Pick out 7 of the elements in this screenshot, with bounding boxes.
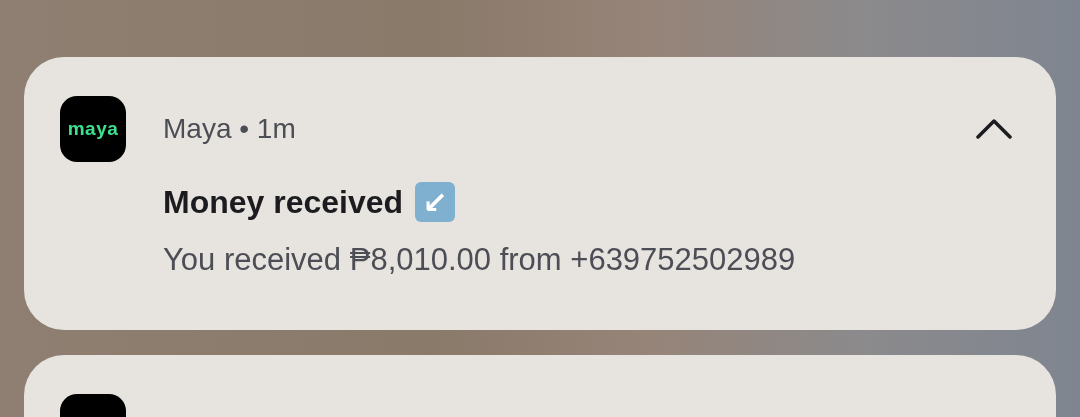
app-name-time: Maya • 1m [163, 113, 296, 145]
notification-title: Money received [163, 183, 404, 221]
chevron-up-icon[interactable] [976, 118, 1012, 140]
notification-text: You received ₱8,010.00 from +639752502989 [163, 242, 797, 278]
app-logo-text: maya [67, 118, 119, 140]
notification-card[interactable]: maya Maya • 1m Money received ↙ You received ₱8,010.00 from +639752502989 [24, 57, 1056, 330]
arrow-badge: ↙ [415, 182, 456, 222]
